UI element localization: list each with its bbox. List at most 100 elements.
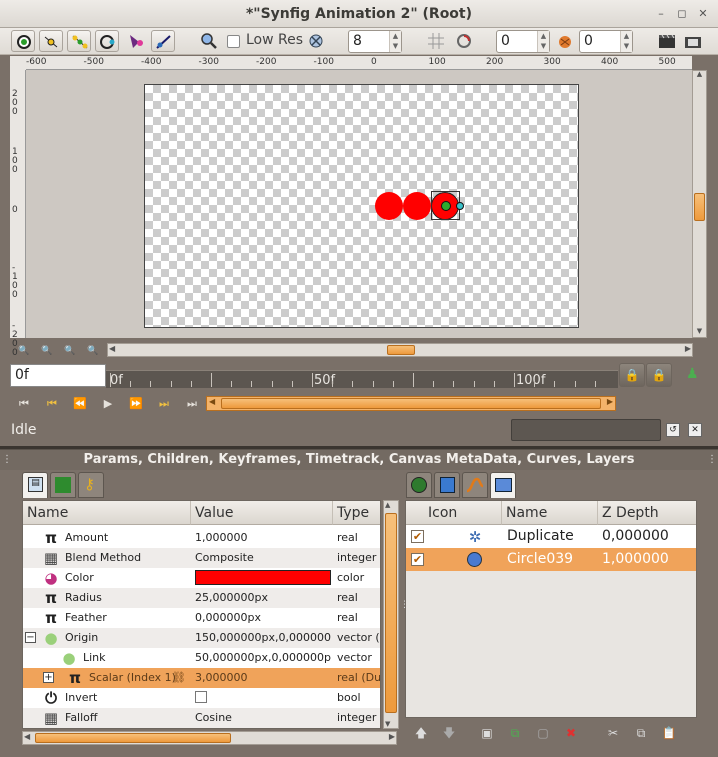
show-grid-icon[interactable] [427,32,445,50]
scroll-right-icon[interactable]: ▶ [607,397,613,406]
seek-prev-frame-icon[interactable]: ⏪ [69,396,91,412]
canvas-checkerboard[interactable] [144,84,579,328]
column-header-zdepth[interactable]: Z Depth [598,501,696,525]
param-value[interactable]: Cosine [195,708,331,728]
future-onion-spinbox[interactable]: 0 ▲ ▼ [579,30,633,53]
cancel-render-icon[interactable]: ✕ [688,423,702,437]
seek-begin-icon[interactable]: ⏮ [13,396,35,412]
tab-canvas-browser[interactable] [434,472,460,498]
preview-icon[interactable] [684,32,702,50]
show-vertex-handles-button[interactable] [39,30,63,52]
past-onion-spinbox[interactable]: 0 ▲ ▼ [496,30,550,53]
params-horizontal-scrollbar[interactable]: ◀ ▶ [22,731,397,745]
column-header-value[interactable]: Value [191,501,333,525]
param-row[interactable]: ● Link 50,000000px,0,000000px vector [23,648,380,668]
color-swatch[interactable] [195,570,331,585]
encapsulate-layer-icon[interactable]: ⧉ [507,725,523,741]
panel-grip-icon[interactable]: ⋮ [707,454,717,466]
params-vertical-scrollbar[interactable]: ▲ ▼ [383,500,399,729]
animation-mode-icon[interactable]: ♟ [686,366,702,384]
param-value[interactable]: 50,000000px,0,000000px [195,648,331,668]
zoom-100-icon[interactable]: 🔍 [86,344,100,358]
zoom-fit-icon[interactable]: 🔍 [63,344,77,358]
seek-end-icon[interactable]: ⏭ [181,396,203,412]
tab-library[interactable] [50,472,76,498]
tab-layers[interactable] [490,472,516,498]
param-value[interactable] [195,568,331,588]
layer-row[interactable]: ✔ ✲ Duplicate 0,000000 [406,525,696,548]
layer-name[interactable]: Circle039 [507,548,573,571]
width-handles-icon[interactable] [127,32,145,50]
time-zoom-thumb[interactable] [221,398,601,409]
column-header-icon[interactable]: Icon [406,501,502,525]
horizontal-scroll-thumb[interactable] [387,345,415,355]
render-icon[interactable] [658,32,676,50]
copy-icon[interactable]: ⧉ [633,725,649,741]
origin-handle[interactable] [441,201,451,211]
param-value[interactable] [195,688,331,708]
scroll-left-icon[interactable]: ◀ [109,344,115,353]
paste-icon[interactable]: 📋 [661,725,677,741]
scroll-left-icon[interactable]: ◀ [24,732,30,741]
cut-icon[interactable]: ✂ [605,725,621,741]
time-zoom-scrollbar[interactable]: ◀ ▶ [206,396,616,411]
param-value[interactable]: 25,000000px [195,588,331,608]
scroll-right-icon[interactable]: ▶ [685,344,691,353]
show-position-handles-button[interactable] [11,30,35,52]
scroll-up-icon[interactable]: ▲ [385,501,390,509]
minimize-icon[interactable]: – [654,7,668,21]
maximize-icon[interactable]: ◻ [675,7,689,21]
param-row[interactable]: −● Origin 150,000000px,0,000000px vector (S [23,628,380,648]
delete-layer-icon[interactable]: ✖ [563,725,579,741]
scroll-down-icon[interactable]: ▼ [385,720,390,728]
tab-keyframes[interactable]: ⚷ [78,472,104,498]
zoom-in-icon[interactable]: 🔍 [40,344,54,358]
pane-divider-grip[interactable]: ⋮ [400,600,409,620]
seek-prev-keyframe-icon[interactable]: ⏮ [41,396,63,412]
scroll-left-icon[interactable]: ◀ [209,397,215,406]
duplicate-circle-2[interactable] [403,192,431,220]
onion-basket-icon[interactable] [556,32,574,50]
param-row[interactable]: ◕ Color color [23,568,380,588]
seek-next-frame-icon[interactable]: ⏩ [125,396,147,412]
layer-name[interactable]: Duplicate [507,525,574,548]
current-frame-field[interactable]: 0f [10,364,106,387]
param-row[interactable]: ⏻ Invert bool [23,688,380,708]
low-res-checkbox[interactable] [227,35,240,48]
spin-arrows-icon[interactable]: ▲ ▼ [389,31,401,52]
collapse-icon[interactable]: − [25,632,36,643]
show-angle-handles-button[interactable] [151,30,175,52]
column-header-type[interactable]: Type [333,501,380,525]
lower-layer-icon[interactable]: 🡇 [441,725,457,741]
param-value[interactable]: 1,000000 [195,528,331,548]
duplicate-circle-1[interactable] [375,192,403,220]
param-value[interactable]: 3,000000 [195,668,331,688]
lock-past-keyframes-button[interactable]: 🔒 [619,363,645,387]
param-row[interactable]: + π Scalar (Index 1) ⛓ 3,000000 real (Du [23,668,380,688]
param-value[interactable]: Composite [195,548,331,568]
scroll-up-icon[interactable]: ▲ [693,70,706,80]
param-row[interactable]: ▦ Blend Method Composite integer [23,548,380,568]
close-icon[interactable]: ✕ [696,7,710,21]
tab-curves[interactable] [462,472,488,498]
param-row[interactable]: π Radius 25,000000px real [23,588,380,608]
canvas-horizontal-scrollbar[interactable]: ◀ ▶ [107,343,693,357]
canvas-vertical-scrollbar[interactable]: ▲ ▼ [692,70,707,338]
seek-next-keyframe-icon[interactable]: ⏭ [153,396,175,412]
layer-active-checkbox[interactable]: ✔ [411,530,424,543]
column-header-name[interactable]: Name [23,501,191,525]
onion-skin-icon[interactable] [455,32,473,50]
param-row[interactable]: π Feather 0,000000px real [23,608,380,628]
radius-handle[interactable] [456,202,464,210]
params-hscroll-thumb[interactable] [35,733,231,743]
param-row[interactable]: π Amount 1,000000 real [23,528,380,548]
stop-render-icon[interactable]: ↺ [666,423,680,437]
scroll-down-icon[interactable]: ▼ [693,327,706,337]
param-value[interactable]: 150,000000px,0,000000px [195,628,331,648]
lock-future-keyframes-button[interactable]: 🔒 [646,363,672,387]
duplicate-layer-icon[interactable]: ▣ [479,725,495,741]
scroll-right-icon[interactable]: ▶ [389,732,395,741]
select-parent-icon[interactable]: ▢ [535,725,551,741]
time-slider[interactable]: 0f 50f 100f [106,370,618,388]
layer-row[interactable]: ✔ Circle039 1,000000 [406,548,696,571]
